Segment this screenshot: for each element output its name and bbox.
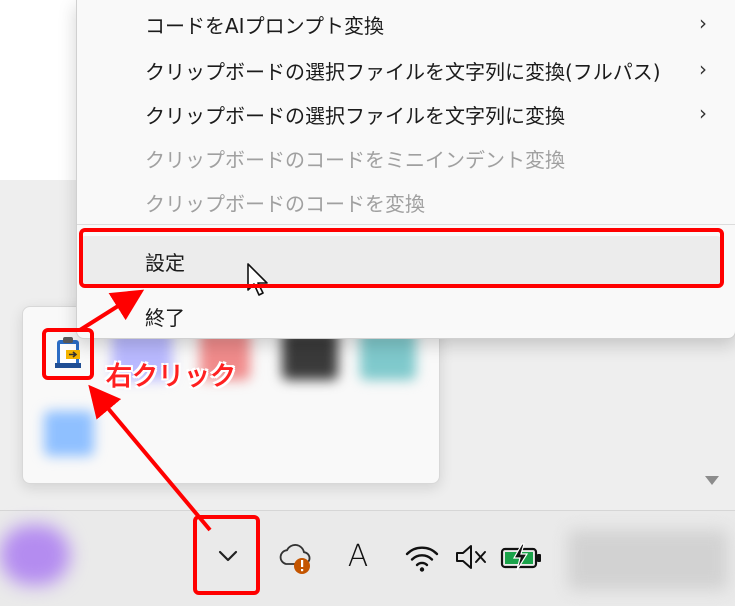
annotation-arrows (78, 289, 212, 532)
annotation-label-right-click: 右クリック (106, 362, 237, 392)
